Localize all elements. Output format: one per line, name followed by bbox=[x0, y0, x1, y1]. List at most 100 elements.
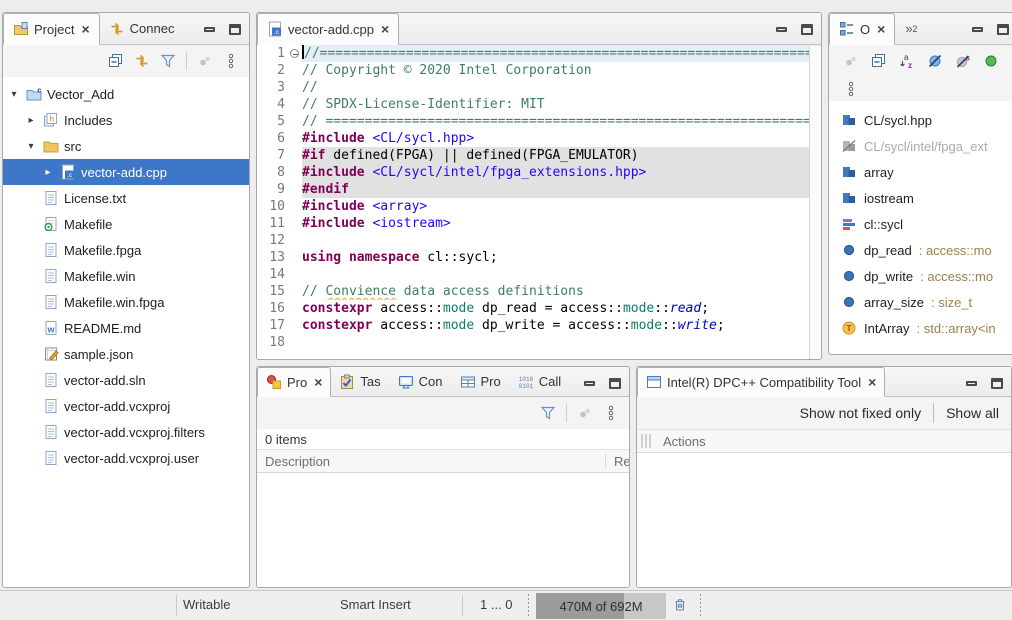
view-menu-icon[interactable] bbox=[603, 405, 619, 421]
minimize-button[interactable] bbox=[204, 27, 215, 32]
outline-item[interactable]: TIntArray: std::array<in bbox=[829, 315, 1012, 341]
tree-item[interactable]: vector-add.sln bbox=[3, 367, 249, 393]
column-resource[interactable]: Re bbox=[605, 454, 629, 469]
tree-item[interactable]: License.txt bbox=[3, 185, 249, 211]
outline-item[interactable]: CL/sycl.hpp bbox=[829, 107, 1012, 133]
outline-item[interactable]: dp_read: access::mo bbox=[829, 237, 1012, 263]
code-line[interactable]: 15// Convience data access definitions bbox=[257, 283, 821, 300]
filter-icon[interactable] bbox=[540, 405, 556, 421]
code-line[interactable]: 1//=====================================… bbox=[257, 45, 821, 62]
tab-project[interactable]: Project× bbox=[3, 13, 100, 45]
hide-non-public-icon[interactable] bbox=[983, 53, 999, 69]
hidden-tabs-indicator[interactable]: »2 bbox=[895, 13, 927, 44]
filter-icon[interactable] bbox=[160, 53, 176, 69]
tree-item[interactable]: sample.json bbox=[3, 341, 249, 367]
code-line[interactable]: 8#include <CL/sycl/intel/fpga_extensions… bbox=[257, 164, 821, 181]
close-icon[interactable]: × bbox=[79, 21, 89, 37]
code-line[interactable]: 17constexpr access::mode dp_write = acce… bbox=[257, 317, 821, 334]
column-grip[interactable] bbox=[637, 434, 655, 448]
maximize-button[interactable] bbox=[991, 378, 1003, 389]
minimize-button[interactable] bbox=[966, 381, 977, 386]
close-icon[interactable]: × bbox=[866, 374, 876, 390]
hide-fields-icon[interactable] bbox=[927, 53, 943, 69]
code-line[interactable]: 16constexpr access::mode dp_read = acces… bbox=[257, 300, 821, 317]
code-line[interactable]: 2// Copyright © 2020 Intel Corporation bbox=[257, 62, 821, 79]
code-line[interactable]: 11#include <iostream> bbox=[257, 215, 821, 232]
tree-item[interactable]: ▾cVector_Add bbox=[3, 81, 249, 107]
collapse-all-icon[interactable] bbox=[871, 53, 887, 69]
tab-properties[interactable]: Pro bbox=[452, 367, 510, 396]
tree-item[interactable]: Makefile.fpga bbox=[3, 237, 249, 263]
link-with-editor-icon[interactable] bbox=[134, 53, 150, 69]
code-line[interactable]: 6#include <CL/sycl.hpp> bbox=[257, 130, 821, 147]
tab-problems[interactable]: Pro× bbox=[257, 367, 331, 397]
minimize-button[interactable] bbox=[972, 27, 983, 32]
overview-ruler[interactable] bbox=[809, 46, 821, 359]
tree-item[interactable]: Makefile bbox=[3, 211, 249, 237]
maximize-button[interactable] bbox=[801, 24, 813, 35]
column-actions[interactable]: Actions bbox=[655, 434, 714, 449]
focus-icon[interactable] bbox=[577, 405, 593, 421]
code-line[interactable]: 18 bbox=[257, 334, 821, 351]
tab-call-graph[interactable]: 10100101Call bbox=[510, 367, 570, 396]
column-description[interactable]: Description bbox=[257, 454, 338, 469]
close-icon[interactable]: × bbox=[379, 21, 389, 37]
code-line[interactable]: 13using namespace cl::sycl; bbox=[257, 249, 821, 266]
tree-item[interactable]: ▸.cvector-add.cpp bbox=[3, 159, 249, 185]
code-line[interactable]: 5// ====================================… bbox=[257, 113, 821, 130]
tab-outline[interactable]: O× bbox=[829, 13, 895, 45]
view-menu-icon[interactable] bbox=[843, 81, 859, 97]
outline-item[interactable]: CL/sycl/intel/fpga_ext bbox=[829, 133, 1012, 159]
outline-item[interactable]: dp_write: access::mo bbox=[829, 263, 1012, 289]
chevron-right-icon[interactable]: ▸ bbox=[24, 115, 38, 126]
tree-item[interactable]: ▸hIncludes bbox=[3, 107, 249, 133]
heap-status-gauge[interactable]: 470M of 692M bbox=[536, 593, 666, 619]
hide-static-icon[interactable]: s bbox=[955, 53, 971, 69]
close-icon[interactable]: × bbox=[312, 374, 322, 390]
tree-item[interactable]: Makefile.win.fpga bbox=[3, 289, 249, 315]
code-line[interactable]: 7#if defined(FPGA) || defined(FPGA_EMULA… bbox=[257, 147, 821, 164]
fold-marker-icon[interactable] bbox=[290, 49, 299, 58]
chevron-right-icon[interactable]: ▸ bbox=[41, 167, 55, 178]
chevron-down-icon[interactable]: ▾ bbox=[7, 89, 21, 100]
minimize-button[interactable] bbox=[776, 27, 787, 32]
maximize-button[interactable] bbox=[997, 24, 1009, 35]
code-line[interactable]: 14 bbox=[257, 266, 821, 283]
code-line[interactable]: 9#endif bbox=[257, 181, 821, 198]
close-icon[interactable]: × bbox=[875, 21, 885, 37]
tree-item[interactable]: vector-add.vcxproj bbox=[3, 393, 249, 419]
fold-column bbox=[287, 147, 302, 164]
tree-item[interactable]: Makefile.win bbox=[3, 263, 249, 289]
tab-dpct[interactable]: Intel(R) DPC++ Compatibility Tool × bbox=[637, 367, 885, 397]
outline-item[interactable]: array_size: size_t bbox=[829, 289, 1012, 315]
maximize-button[interactable] bbox=[609, 378, 621, 389]
code-line[interactable]: 10#include <array> bbox=[257, 198, 821, 215]
tab-console[interactable]: Con bbox=[390, 367, 452, 396]
tab-tasks[interactable]: Tas bbox=[331, 367, 389, 396]
maximize-button[interactable] bbox=[229, 24, 241, 35]
chevron-down-icon[interactable]: ▾ bbox=[24, 141, 38, 152]
sort-icon[interactable]: az bbox=[899, 53, 915, 69]
code-line[interactable]: 4// SPDX-License-Identifier: MIT bbox=[257, 96, 821, 113]
code-line[interactable]: 3// bbox=[257, 79, 821, 96]
tree-item[interactable]: vector-add.vcxproj.user bbox=[3, 445, 249, 471]
show-not-fixed-only-button[interactable]: Show not fixed only bbox=[788, 405, 933, 421]
tree-item[interactable]: wREADME.md bbox=[3, 315, 249, 341]
outline-item[interactable]: iostream bbox=[829, 185, 1012, 211]
outline-item[interactable]: cl::sycl bbox=[829, 211, 1012, 237]
tab-connections[interactable]: Connec bbox=[100, 13, 185, 44]
minimize-button[interactable] bbox=[584, 381, 595, 386]
tab-vector-add-cpp[interactable]: .cvector-add.cpp× bbox=[257, 13, 399, 45]
tree-item[interactable]: vector-add.vcxproj.filters bbox=[3, 419, 249, 445]
focus-icon[interactable] bbox=[843, 53, 859, 69]
collapse-all-icon[interactable] bbox=[108, 53, 124, 69]
view-menu-icon[interactable] bbox=[223, 53, 239, 69]
code-line[interactable]: 12 bbox=[257, 232, 821, 249]
garbage-collect-button[interactable] bbox=[672, 596, 688, 612]
tab-label: Intel(R) DPC++ Compatibility Tool bbox=[667, 375, 861, 390]
outline-item[interactable]: array bbox=[829, 159, 1012, 185]
focus-icon[interactable] bbox=[197, 53, 213, 69]
code-editor-area[interactable]: 1//=====================================… bbox=[257, 45, 821, 358]
tree-item[interactable]: ▾src bbox=[3, 133, 249, 159]
show-all-button[interactable]: Show all bbox=[934, 405, 1011, 421]
